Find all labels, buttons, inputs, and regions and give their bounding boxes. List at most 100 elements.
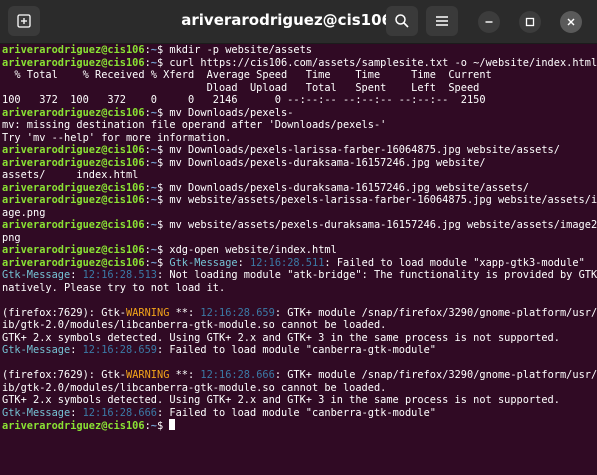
terminal-line: (firefox:7629): Gtk-WARNING **: 12:16:28… [2,369,597,382]
output-text: mv: missing destination file operand aft… [2,119,387,131]
terminal-line: ariverarodriguez@cis106:~$ mv website/as… [2,219,597,232]
terminal-line: mv: missing destination file operand aft… [2,119,597,132]
prompt-dollar: $ [157,156,170,169]
terminal-line: GTK+ 2.x symbols detected. Using GTK+ 2.… [2,332,597,345]
terminal-line: Try 'mv --help' for more information. [2,132,597,145]
close-icon [567,18,575,26]
terminal-line: Gtk-Message: 12:16:28.659: Failed to loa… [2,344,597,357]
output-text: 100 372 100 372 0 0 2146 0 --:--:-- --:-… [2,94,486,106]
gtk-message-label: Gtk-Message [2,269,71,281]
message-text: : GTK+ module /snap/firefox/3290/gnome-p… [274,306,597,319]
colon: : [70,406,83,419]
prompt-dollar: $ [157,420,170,432]
prompt-user: ariverarodriguez@cis106 [2,256,145,269]
message-text: : Failed to load module "canberra-gtk-mo… [157,406,436,419]
warning-prefix: (firefox:7629): Gtk- [2,369,126,381]
prompt-user: ariverarodriguez@cis106 [2,156,145,169]
output-text: ib/gtk-2.0/modules/libcanberra-gtk-modul… [2,381,387,394]
output-text: ib/gtk-2.0/modules/libcanberra-gtk-modul… [2,319,387,331]
colon: : [237,256,251,269]
command-text: mv Downloads/pexels-duraksama-16157246.j… [169,156,486,169]
output-text: GTK+ 2.x symbols detected. Using GTK+ 2.… [2,331,560,344]
prompt-dollar: $ [157,256,170,269]
terminal-window: ariverarodriguez@cis106: ~ ariverarodrig… [0,0,597,475]
command-text: xdg-open website/index.html [169,244,337,256]
command-text: mv website/assets/pexels-larissa-farber-… [169,194,597,206]
prompt-dollar: $ [157,44,170,56]
terminal-line: ariverarodriguez@cis106:~$ mkdir -p webs… [2,44,597,57]
maximize-button[interactable] [519,11,541,33]
terminal-line: age.png [2,207,597,220]
gtk-message-label: Gtk-Message [2,406,71,419]
warning-sep: **: [169,306,201,319]
prompt-user: ariverarodriguez@cis106 [2,106,145,119]
maximize-icon [525,17,535,27]
warning-sep: **: [169,369,201,381]
command-text: curl https://cis106.com/assets/samplesit… [169,56,597,69]
prompt-user: ariverarodriguez@cis106 [2,44,145,56]
terminal-line: ariverarodriguez@cis106:~$ curl https://… [2,57,597,70]
prompt-user: ariverarodriguez@cis106 [2,219,145,231]
terminal-line: ariverarodriguez@cis106:~$ [2,419,597,432]
output-text: natively. Please try to not load it. [2,281,226,294]
menu-button[interactable] [426,6,458,36]
message-text: : Failed to load module "xapp-gtk3-modul… [324,256,585,269]
prompt-dollar: $ [157,244,170,256]
terminal-line: (firefox:7629): Gtk-WARNING **: 12:16:28… [2,307,597,320]
prompt-dollar: $ [157,194,170,206]
command-text: mv Downloads/pexels-larissa-farber-16064… [169,144,560,156]
minimize-icon [485,21,493,23]
terminal-line: 100 372 100 372 0 0 2146 0 --:--:-- --:-… [2,94,597,107]
gtk-message-label: Gtk-Message [169,256,238,269]
search-icon [395,14,409,28]
terminal-line: ariverarodriguez@cis106:~$ mv website/as… [2,194,597,207]
timestamp: 12:16:28.666 [82,406,158,419]
terminal-line: ib/gtk-2.0/modules/libcanberra-gtk-modul… [2,319,597,332]
search-button[interactable] [386,6,418,36]
title-bar: ariverarodriguez@cis106: ~ [0,0,597,44]
terminal-line: ib/gtk-2.0/modules/libcanberra-gtk-modul… [2,382,597,395]
timestamp: 12:16:28.659 [200,306,275,319]
terminal-line: GTK+ 2.x symbols detected. Using GTK+ 2.… [2,394,597,407]
prompt-dollar: $ [157,181,170,194]
close-button[interactable] [560,11,582,33]
terminal-line: assets/ index.html [2,169,597,182]
prompt-user: ariverarodriguez@cis106 [2,144,145,156]
text-cursor [169,419,176,430]
output-text: % Total % Received % Xferd Average Speed… [2,69,492,81]
timestamp: 12:16:28.511 [250,256,325,269]
prompt-user: ariverarodriguez@cis106 [2,194,145,206]
message-text: : Failed to load module "canberra-gtk-mo… [157,344,436,356]
hamburger-icon [436,16,448,26]
warning-label: WARNING [126,369,170,381]
prompt-dollar: $ [157,56,170,69]
prompt-dollar: $ [157,106,170,119]
gtk-message-label: Gtk-Message [2,344,71,356]
terminal-line: png [2,232,597,245]
warning-label: WARNING [126,306,170,319]
terminal-line: natively. Please try to not load it. [2,282,597,295]
prompt-user: ariverarodriguez@cis106 [2,181,145,194]
terminal-output[interactable]: ariverarodriguez@cis106:~$ mkdir -p webs… [2,44,597,475]
prompt-dollar: $ [157,219,170,231]
terminal-line: Dload Upload Total Spent Left Speed [2,82,597,95]
colon: : [70,269,83,281]
terminal-line: ariverarodriguez@cis106:~$ Gtk-Message: … [2,257,597,270]
window-title: ariverarodriguez@cis106: ~ [181,11,416,29]
prompt-dollar: $ [157,144,170,156]
output-text: age.png [2,206,46,219]
timestamp: 12:16:28.659 [82,344,158,356]
command-text: mv Downloads/pexels- [169,106,294,119]
message-text: : Not loading module "atk-bridge": The f… [157,269,597,281]
terminal-line: Gtk-Message: 12:16:28.513: Not loading m… [2,269,597,282]
minimize-button[interactable] [478,11,500,33]
output-text: Try 'mv --help' for more information. [2,131,232,144]
terminal-line: ariverarodriguez@cis106:~$ mv Downloads/… [2,107,597,120]
prompt-user: ariverarodriguez@cis106 [2,244,145,256]
terminal-line: % Total % Received % Xferd Average Speed… [2,69,597,82]
timestamp: 12:16:28.666 [200,369,275,381]
message-text: : GTK+ module /snap/firefox/3290/gnome-p… [274,369,597,381]
prompt-user: ariverarodriguez@cis106 [2,420,145,432]
